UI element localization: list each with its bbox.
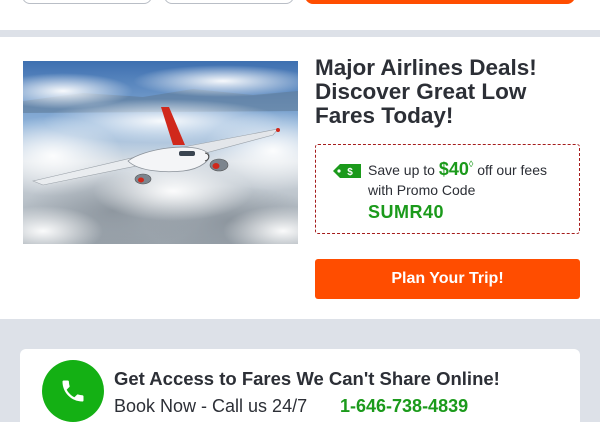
save-prefix: Save up to (368, 162, 435, 178)
promo-code-box: $ Save up to $40◊ off our fees with Prom… (315, 144, 580, 234)
amount-mark: ◊ (468, 159, 474, 169)
plan-your-trip-button[interactable]: Plan Your Trip! (315, 259, 580, 299)
top-search-bar-remnant (0, 0, 600, 30)
promo-code-value: SUMR40 (368, 202, 445, 222)
save-amount: $40◊ (438, 159, 474, 179)
search-field-partial[interactable] (22, 0, 152, 4)
call-banner-title: Get Access to Fares We Can't Share Onlin… (114, 368, 500, 389)
headline-line-1: Major Airlines Deals! (315, 55, 537, 80)
headline-line-2: Discover Great Low (315, 79, 527, 104)
airplane-hero-image (23, 61, 298, 244)
phone-number-link[interactable]: 1-646-738-4839 (340, 396, 468, 417)
page: Major Airlines Deals! Discover Great Low… (0, 0, 600, 422)
search-field-partial-2[interactable] (164, 0, 294, 4)
call-banner-subtitle: Book Now - Call us 24/7 (114, 396, 308, 416)
promo-code-label: with Promo Code (368, 182, 476, 198)
price-tag-icon: $ (333, 164, 361, 178)
deal-headline: Major Airlines Deals! Discover Great Low… (315, 56, 585, 128)
headline-line-3: Fares Today! (315, 103, 454, 128)
phone-icon (62, 380, 84, 402)
save-suffix: off our fees (477, 162, 548, 178)
svg-text:$: $ (347, 167, 353, 178)
promo-savings-text: Save up to $40◊ off our fees (368, 159, 547, 180)
search-button-partial[interactable] (305, 0, 575, 4)
phone-call-button[interactable] (42, 360, 104, 422)
call-banner: Get Access to Fares We Can't Share Onlin… (20, 349, 580, 422)
deal-card: Major Airlines Deals! Discover Great Low… (0, 37, 600, 319)
